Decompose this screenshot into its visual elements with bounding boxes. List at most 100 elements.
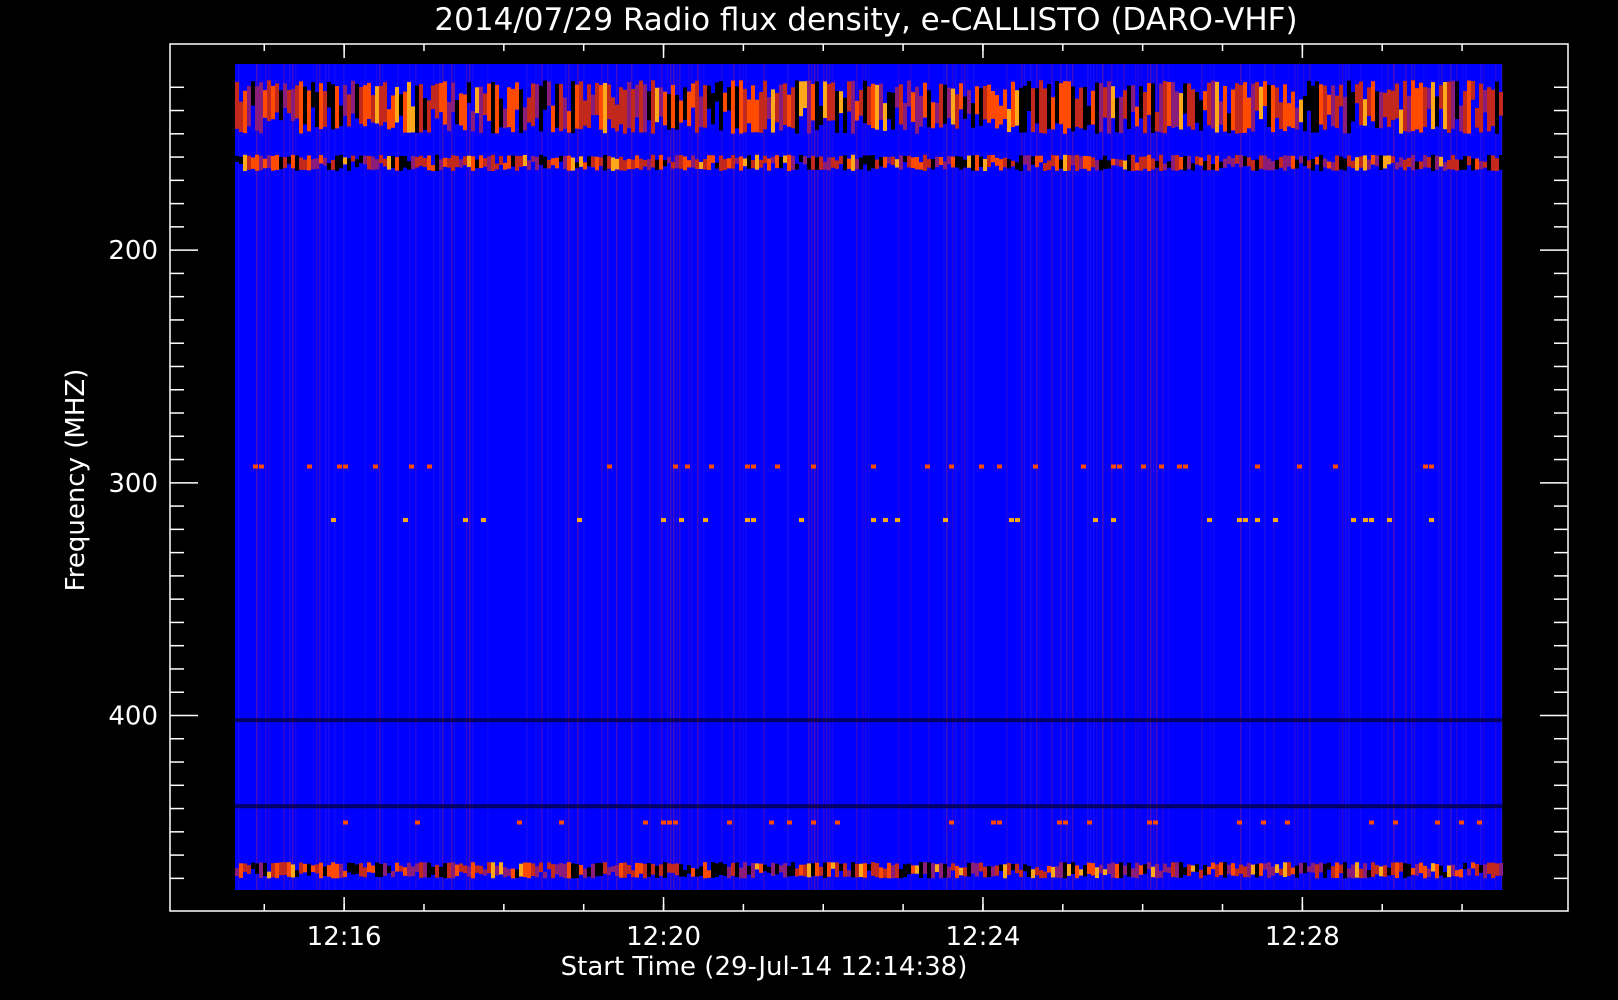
heatmap-band-cell: [443, 157, 447, 167]
heatmap-line-cell: [661, 518, 666, 523]
heatmap-band-cell: [1475, 107, 1479, 128]
heatmap-band-cell: [399, 94, 403, 116]
heatmap-streak: [1393, 64, 1395, 890]
heatmap-band-cell: [351, 80, 355, 114]
heatmap-band-cell: [1115, 863, 1119, 879]
heatmap-band-cell: [639, 80, 643, 133]
heatmap-band-cell: [847, 158, 851, 169]
heatmap-band-cell: [1423, 865, 1427, 879]
heatmap-streak: [238, 64, 240, 890]
heatmap-band-cell: [275, 154, 279, 170]
heatmap-line-cell: [1261, 820, 1266, 825]
heatmap-band-cell: [711, 155, 715, 163]
heatmap-band-cell: [307, 90, 311, 132]
heatmap-band-cell: [1375, 91, 1379, 128]
heatmap-band-cell: [907, 155, 911, 168]
heatmap-band-cell: [379, 155, 383, 164]
heatmap-line-cell: [775, 464, 780, 469]
heatmap-band-cell: [1231, 158, 1235, 167]
heatmap-band-cell: [1363, 863, 1367, 879]
heatmap-band-cell: [523, 862, 527, 878]
heatmap-band-cell: [699, 866, 703, 876]
heatmap-band-cell: [759, 92, 763, 133]
heatmap-streak: [787, 64, 789, 890]
heatmap-band-cell: [607, 84, 611, 120]
heatmap-band-cell: [1255, 863, 1259, 878]
heatmap-band-cell: [1007, 863, 1011, 876]
heatmap-band-cell: [1171, 862, 1175, 878]
heatmap-band-cell: [991, 154, 995, 163]
heatmap-band-cell: [419, 155, 423, 166]
heatmap-band-cell: [1391, 90, 1395, 121]
heatmap-band-cell: [1151, 866, 1155, 878]
heatmap-streak: [667, 64, 669, 890]
heatmap-streak: [316, 64, 318, 890]
heatmap-streak: [631, 64, 633, 890]
heatmap-band-cell: [923, 154, 927, 172]
heatmap-band-cell: [639, 158, 643, 170]
heatmap-band-cell: [1035, 155, 1039, 168]
heatmap-band-cell: [375, 159, 379, 170]
heatmap-band-cell: [1339, 156, 1343, 170]
heatmap-streak: [1309, 64, 1311, 890]
x-axis-label: Start Time (29-Jul-14 12:14:38): [561, 952, 968, 982]
heatmap-band-cell: [727, 158, 731, 169]
heatmap-band-cell: [807, 863, 811, 878]
heatmap-band-cell: [1299, 155, 1303, 164]
heatmap-band-cell: [1123, 160, 1127, 170]
heatmap-band-cell: [739, 867, 743, 879]
heatmap-band-cell: [383, 158, 387, 167]
heatmap-band-cell: [1287, 862, 1291, 876]
heatmap-band-cell: [1387, 89, 1391, 127]
heatmap-band-cell: [519, 863, 523, 877]
heatmap-band-cell: [655, 159, 659, 171]
heatmap-band-cell: [687, 91, 691, 127]
heatmap-band-cell: [1199, 869, 1203, 879]
heatmap-streak: [676, 64, 678, 890]
heatmap-band-cell: [339, 105, 343, 127]
heatmap-band-cell: [839, 91, 843, 114]
heatmap-band-cell: [1467, 156, 1471, 166]
heatmap-streak: [292, 64, 294, 890]
heatmap-line-cell: [259, 464, 264, 469]
heatmap-band-cell: [1431, 82, 1435, 130]
heatmap-band-cell: [1459, 105, 1463, 132]
heatmap-band-cell: [1363, 155, 1367, 171]
heatmap-line-cell: [949, 464, 954, 469]
heatmap-band-cell: [951, 88, 955, 125]
heatmap-band-cell: [1283, 155, 1287, 171]
heatmap-band-cell: [1131, 868, 1135, 878]
heatmap-band-cell: [431, 85, 435, 110]
heatmap-band-cell: [387, 155, 391, 170]
heatmap-band-cell: [763, 864, 767, 872]
heatmap-line-cell: [253, 464, 258, 469]
heatmap-band-cell: [255, 863, 259, 874]
heatmap-line-cell: [835, 820, 840, 825]
heatmap-band-cell: [1483, 90, 1487, 113]
heatmap-band-cell: [363, 155, 367, 165]
heatmap-band-cell: [315, 158, 319, 169]
heatmap-band-cell: [311, 159, 315, 170]
heatmap-band-cell: [735, 157, 739, 164]
heatmap-band-cell: [295, 870, 299, 877]
heatmap-band-cell: [1063, 862, 1067, 879]
heatmap-streak: [397, 64, 399, 890]
heatmap-band-cell: [591, 94, 595, 116]
heatmap-band-cell: [675, 155, 679, 169]
heatmap-streak: [451, 64, 453, 890]
heatmap-line-cell: [673, 464, 678, 469]
heatmap-line-cell: [1369, 518, 1374, 523]
heatmap-streak: [1141, 64, 1143, 890]
heatmap-band-cell: [1087, 156, 1091, 171]
heatmap-streak: [256, 64, 258, 890]
heatmap-band-cell: [723, 158, 727, 171]
heatmap-streak: [1147, 64, 1149, 890]
heatmap-band-cell: [783, 155, 787, 163]
heatmap-band-cell: [395, 862, 399, 872]
heatmap-band-cell: [1399, 109, 1403, 134]
heatmap-line-cell: [1393, 820, 1398, 825]
heatmap-band-cell: [835, 91, 839, 133]
heatmap-line-cell: [949, 820, 954, 825]
heatmap-band-cell: [571, 81, 575, 134]
heatmap-band-cell: [251, 81, 255, 106]
